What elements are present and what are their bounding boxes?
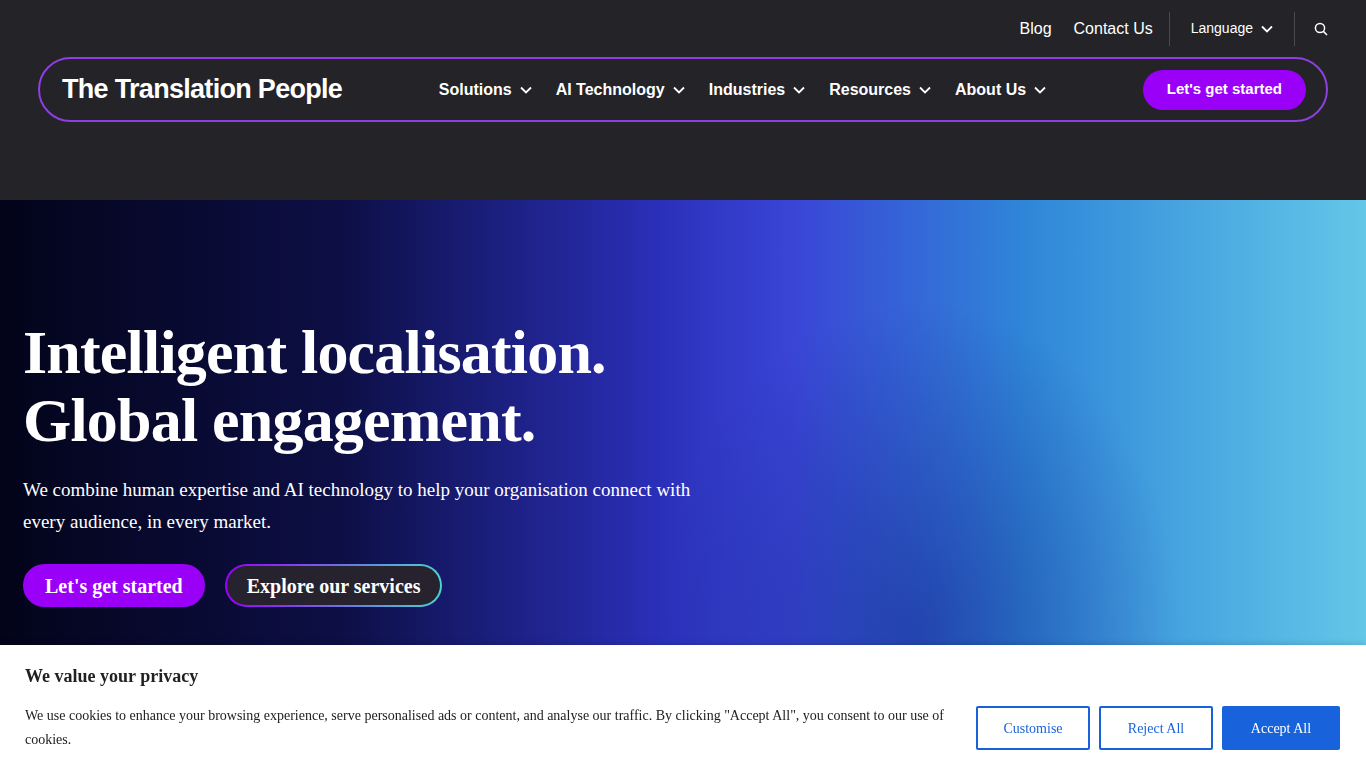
get-started-button[interactable]: Let's get started bbox=[1143, 70, 1306, 110]
menu-item[interactable]: AI Technology bbox=[556, 78, 685, 102]
menu-item[interactable]: About Us bbox=[955, 78, 1046, 102]
menu-item[interactable]: Industries bbox=[709, 78, 805, 102]
hero-title-line: Intelligent localisation. bbox=[23, 318, 1366, 386]
chevron-down-icon bbox=[919, 86, 931, 94]
menu-label: About Us bbox=[955, 78, 1026, 102]
chevron-down-icon bbox=[520, 86, 532, 94]
logo[interactable]: The Translation People bbox=[62, 69, 342, 110]
utility-link[interactable]: Contact Us bbox=[1063, 17, 1164, 41]
cookie-row: We use cookies to enhance your browsing … bbox=[25, 704, 1340, 752]
menu-label: Resources bbox=[829, 78, 911, 102]
cookie-buttons: CustomiseReject AllAccept All bbox=[976, 706, 1340, 750]
utility-link[interactable]: Blog bbox=[1009, 17, 1063, 41]
hero-title-line: Global engagement. bbox=[23, 386, 1366, 454]
menu-label: Industries bbox=[709, 78, 785, 102]
chevron-down-icon bbox=[1261, 25, 1273, 33]
cookie-banner: We value your privacy We use cookies to e… bbox=[0, 645, 1366, 768]
menu-item[interactable]: Solutions bbox=[439, 78, 532, 102]
cookie-title: We value your privacy bbox=[25, 663, 1340, 690]
menu-item[interactable]: Resources bbox=[829, 78, 931, 102]
explore-services-button[interactable]: Explore our services bbox=[225, 564, 443, 607]
chevron-down-icon bbox=[793, 86, 805, 94]
customise-button[interactable]: Customise bbox=[976, 706, 1090, 750]
menu-label: Solutions bbox=[439, 78, 512, 102]
separator bbox=[1169, 12, 1170, 46]
hero-text: We combine human expertise and AI techno… bbox=[23, 474, 713, 538]
utility-bar: BlogContact Us Language bbox=[0, 0, 1366, 57]
language-label: Language bbox=[1191, 18, 1253, 39]
hero-buttons: Let's get started Explore our services bbox=[23, 564, 1366, 607]
cookie-text: We use cookies to enhance your browsing … bbox=[25, 704, 952, 752]
language-selector[interactable]: Language bbox=[1175, 18, 1289, 39]
main-navbar: The Translation People Solutions AI Techno… bbox=[38, 57, 1328, 122]
menu-label: AI Technology bbox=[556, 78, 665, 102]
chevron-down-icon bbox=[673, 86, 685, 94]
hero-get-started-button[interactable]: Let's get started bbox=[23, 564, 205, 607]
hero-title: Intelligent localisation.Global engageme… bbox=[23, 318, 1366, 454]
site-header: BlogContact Us Language The Translation Pe… bbox=[0, 0, 1366, 200]
reject-all-button[interactable]: Reject All bbox=[1099, 706, 1213, 750]
chevron-down-icon bbox=[1034, 86, 1046, 94]
main-menu: Solutions AI Technology Industries Resource… bbox=[439, 78, 1046, 102]
search-icon[interactable] bbox=[1314, 22, 1328, 36]
separator bbox=[1294, 12, 1295, 46]
accept-all-button[interactable]: Accept All bbox=[1222, 706, 1340, 750]
